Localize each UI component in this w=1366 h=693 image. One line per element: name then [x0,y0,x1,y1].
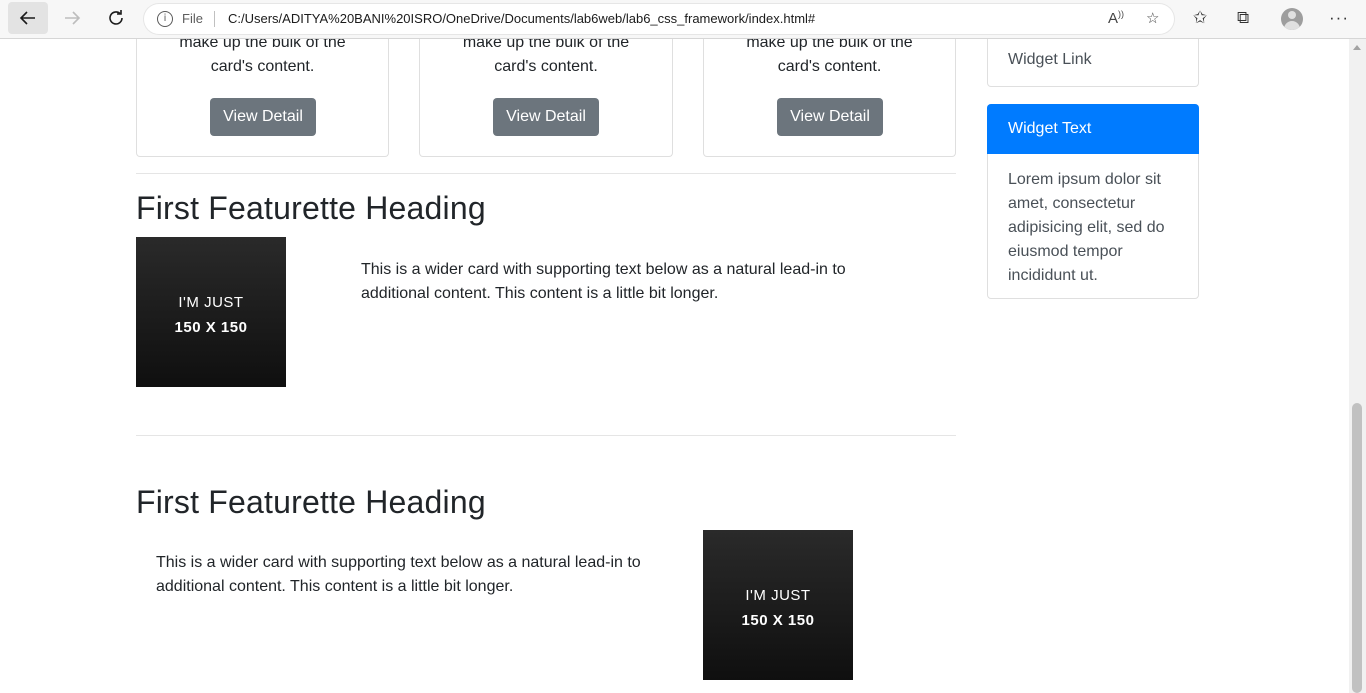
url-text[interactable]: C:/Users/ADITYA%20BANI%20ISRO/OneDrive/D… [228,11,815,26]
widget-link-card[interactable]: Widget Link [987,39,1199,87]
widget-text-line: eiusmod tempor [1008,243,1123,260]
card-text-line1: make up the bulk of the [462,39,630,51]
card-text-line2: card's content. [777,58,882,75]
widget-text-line: amet, consectetur [1008,195,1136,212]
refresh-button[interactable] [96,2,136,34]
more-menu-icon[interactable]: ··· [1329,8,1349,28]
card-text-line2: card's content. [494,58,598,75]
card-2: make up the bulk of the card's content. … [419,39,673,157]
widget-text-line: Lorem ipsum dolor sit [1008,171,1161,188]
widget-text-line: adipisicing elit, sed do [1008,219,1165,236]
back-arrow-icon [19,11,35,25]
read-aloud-icon[interactable]: A)) [1108,9,1124,27]
address-bar[interactable]: i File C:/Users/ADITYA%20BANI%20ISRO/One… [144,4,1174,34]
forward-arrow-icon [65,11,81,25]
featurette-text-line2: additional content. This content is a li… [156,578,514,595]
featurette-text-line2: additional content. This content is a li… [361,285,719,302]
vertical-scrollbar[interactable] [1349,39,1366,693]
scroll-up-arrow-icon[interactable] [1353,45,1361,50]
page-viewport: make up the bulk of the card's content. … [0,39,1349,693]
widget-text-card: Widget Text Lorem ipsum dolor sit amet, … [987,104,1199,299]
featurette-text-line1: This is a wider card with supporting tex… [156,554,641,571]
refresh-icon [109,10,123,25]
info-icon[interactable]: i [157,11,173,27]
address-separator [214,11,215,27]
back-button[interactable] [8,2,48,34]
forward-button[interactable] [52,2,92,34]
placeholder-label-line1: I'M JUST [178,294,244,311]
placeholder-image: I'M JUST 150 X 150 [136,237,286,387]
placeholder-image: I'M JUST 150 X 150 [703,530,853,680]
featurette-heading: First Featurette Heading [136,190,486,226]
add-favorite-icon[interactable]: ☆ [1146,9,1159,27]
card-text-line1: make up the bulk of the [179,39,346,51]
featurette-text-line1: This is a wider card with supporting tex… [361,261,846,278]
favorites-icon[interactable]: ✩ [1193,8,1207,28]
scroll-thumb[interactable] [1352,403,1362,693]
browser-toolbar: i File C:/Users/ADITYA%20BANI%20ISRO/One… [0,0,1366,39]
widget-text-body: Lorem ipsum dolor sit amet, consectetur … [1008,168,1183,288]
view-detail-button[interactable]: View Detail [493,98,599,136]
card-text-line1: make up the bulk of the [746,39,913,51]
view-detail-button[interactable]: View Detail [210,98,316,136]
widget-text-line: incididunt ut. [1008,267,1098,284]
featurette-divider [136,435,956,436]
placeholder-label-line2: 150 X 150 [174,319,248,336]
card-1: make up the bulk of the card's content. … [136,39,389,157]
card-text-line2: card's content. [210,58,315,75]
card-3: make up the bulk of the card's content. … [703,39,956,157]
featurette-heading: First Featurette Heading [136,484,486,520]
placeholder-label-line1: I'M JUST [745,587,811,604]
widget-link-label[interactable]: Widget Link [1008,51,1092,69]
profile-avatar-icon[interactable] [1281,8,1303,30]
view-detail-button[interactable]: View Detail [777,98,883,136]
featurette-divider [136,173,956,174]
collections-icon[interactable]: ⧉ [1237,8,1249,28]
placeholder-label-line2: 150 X 150 [741,612,815,629]
scheme-label: File [182,11,203,26]
widget-text-title: Widget Text [987,104,1199,154]
